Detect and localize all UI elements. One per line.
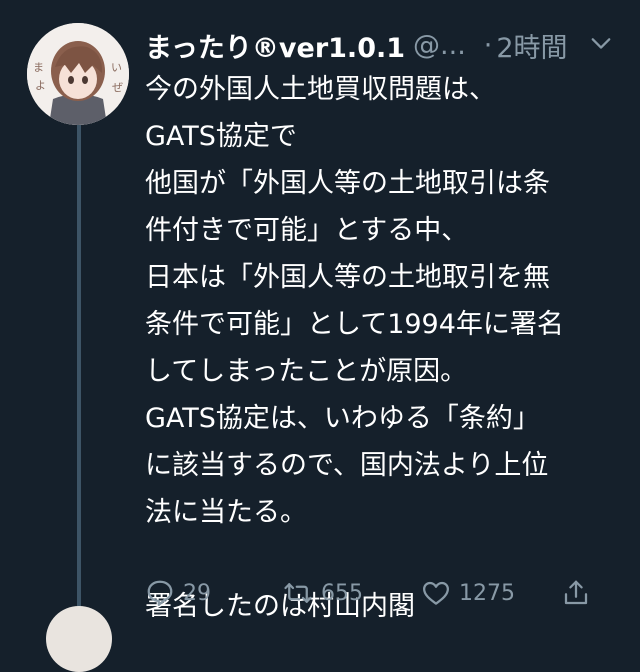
reply-icon	[147, 580, 173, 606]
svg-text:ま: ま	[33, 61, 44, 74]
tweet-line: してしまったことが原因。	[145, 356, 468, 387]
share-icon	[564, 580, 588, 605]
thread-line	[77, 122, 81, 622]
svg-text:よ: よ	[35, 79, 46, 92]
action-bar: 29 655 1275	[145, 572, 605, 614]
reply-button[interactable]: 29	[145, 578, 211, 608]
tweet-line: に該当するので、国内法より上位	[145, 450, 549, 481]
share-button[interactable]	[561, 578, 599, 608]
svg-text:ぜ: ぜ	[112, 81, 123, 94]
separator-dot: ·	[483, 29, 493, 61]
tweet-line: GATS協定で	[145, 121, 297, 152]
tweet-line: 今の外国人土地買収問題は、	[145, 74, 496, 105]
reply-count: 29	[183, 580, 211, 606]
retweet-count: 655	[321, 580, 363, 606]
tweet-timestamp[interactable]: 2時間	[496, 26, 567, 65]
tweet-text: 今の外国人土地買収問題は、 GATS協定で 他国が「外国人等の土地取引は条 件付…	[145, 66, 635, 630]
like-count: 1275	[459, 580, 515, 606]
tweet-line: 日本は「外国人等の土地取引を無	[145, 262, 550, 293]
retweet-button[interactable]: 655	[283, 578, 363, 608]
display-name[interactable]: まったり®ver1.0.1	[145, 26, 405, 65]
avatar[interactable]: ま よ い ぜ	[27, 23, 129, 125]
tweet-line: 法に当たる。	[145, 497, 307, 528]
like-button[interactable]: 1275	[421, 578, 515, 608]
tweet-line: GATS協定は、いわゆる「条約」	[145, 403, 540, 434]
tweet-line: 他国が「外国人等の土地取引は条	[145, 168, 550, 199]
svg-text:い: い	[111, 61, 122, 74]
chevron-down-icon[interactable]	[590, 32, 612, 54]
retweet-icon	[284, 583, 312, 603]
user-handle[interactable]: @...	[413, 30, 466, 61]
tweet-header: まったり®ver1.0.1 @... · 2時間	[145, 24, 640, 66]
like-icon	[423, 581, 449, 605]
tweet-line: 条件で可能」として1994年に署名	[145, 309, 564, 340]
tweet-line: 件付きで可能」とする中、	[145, 215, 469, 246]
next-reply-avatar[interactable]	[46, 606, 112, 672]
